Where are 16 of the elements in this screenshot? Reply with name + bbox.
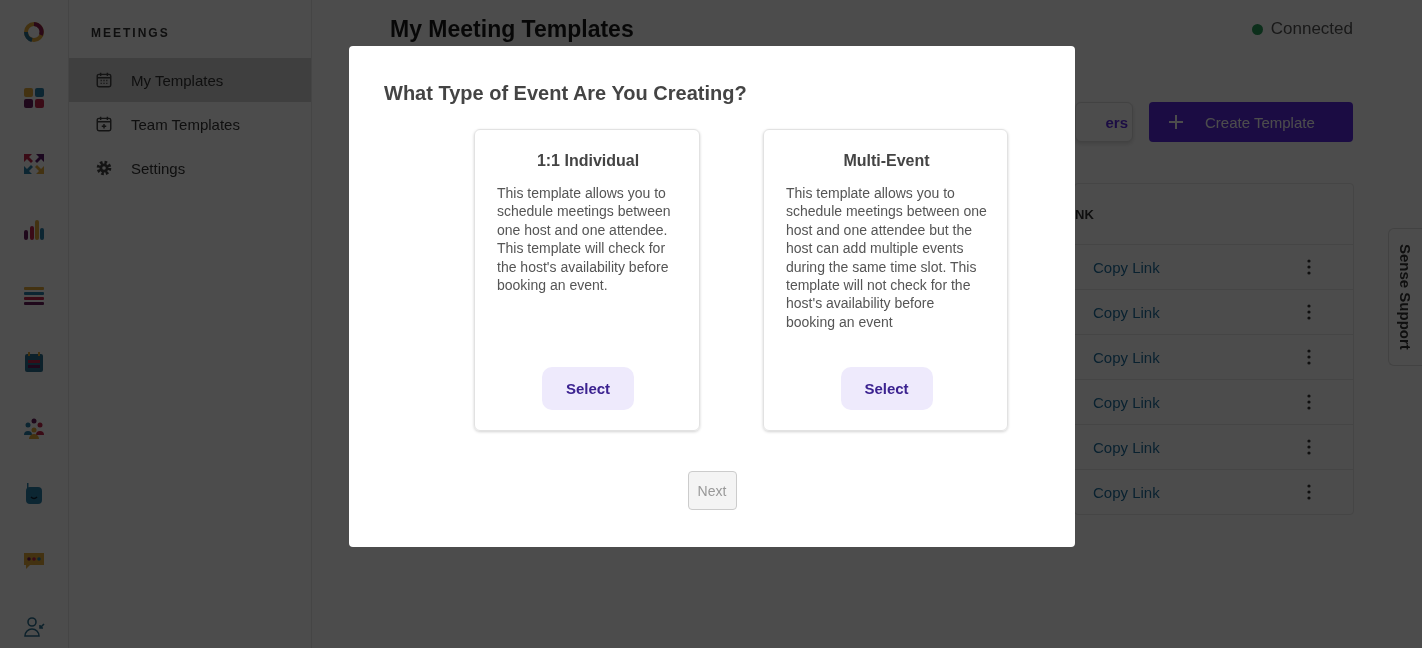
sidebar-heading: MEETINGS	[90, 25, 171, 42]
option-title: 1:1 Individual	[535, 152, 641, 170]
copy-link[interactable]: Copy Link	[1093, 303, 1160, 321]
dialog-title: What Type of Event Are You Creating?	[384, 82, 748, 105]
option-title: Multi-Event	[842, 152, 931, 170]
option-description: This template allows you to schedule meetings between one host and one attendee but the host can add multiple events during the same time slot. This template will not check for the host's availability before booking an event	[786, 184, 987, 332]
copy-link[interactable]: Copy Link	[1093, 483, 1160, 501]
select-button[interactable]: Select	[840, 367, 933, 410]
select-button[interactable]: Select	[542, 367, 634, 410]
copy-link[interactable]: Copy Link	[1093, 393, 1160, 411]
copy-link[interactable]: Copy Link	[1093, 438, 1160, 456]
page-title: My Meeting Templates	[390, 15, 634, 43]
copy-link[interactable]: Copy Link	[1093, 258, 1160, 276]
column-header: NK	[1075, 206, 1094, 222]
option-description: This template allows you to schedule meetings between one host and one attendee. This template will check for the host's availability before booking an event.	[497, 184, 672, 296]
copy-link[interactable]: Copy Link	[1093, 348, 1160, 366]
